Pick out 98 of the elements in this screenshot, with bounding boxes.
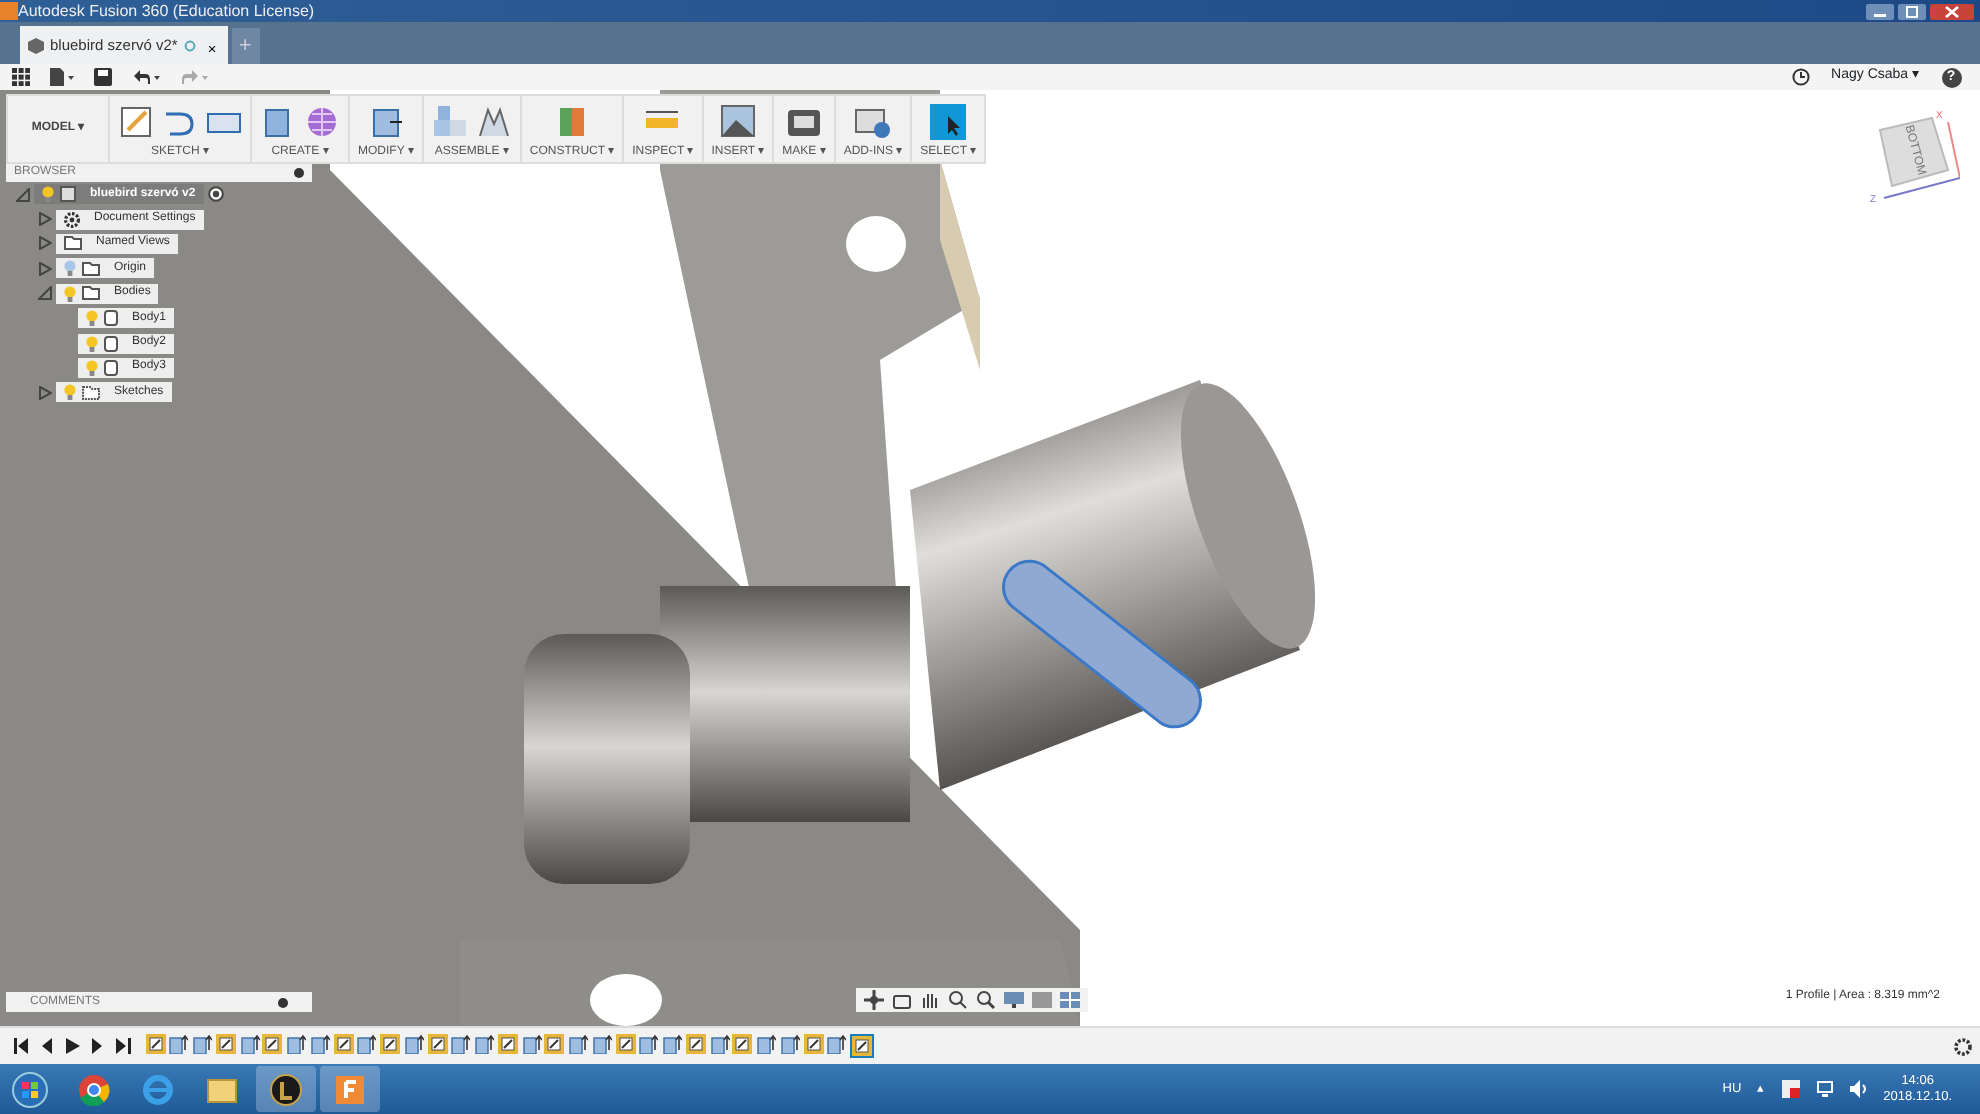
x-axis-line bbox=[1947, 121, 1960, 179]
pin-icon[interactable] bbox=[278, 997, 288, 1007]
flag-icon[interactable] bbox=[1781, 1080, 1800, 1098]
speaker-icon[interactable] bbox=[1849, 1080, 1868, 1098]
clock-icon[interactable] bbox=[1792, 68, 1811, 86]
timeline-feature[interactable] bbox=[145, 1034, 165, 1054]
timeline-feature[interactable] bbox=[732, 1034, 753, 1054]
timeline-feature[interactable] bbox=[779, 1034, 800, 1054]
camera-icon[interactable] bbox=[892, 990, 912, 1010]
pencil-square-icon[interactable] bbox=[118, 104, 154, 140]
timeline-feature[interactable] bbox=[709, 1034, 729, 1054]
timeline-feature[interactable] bbox=[192, 1034, 212, 1054]
taskbar-app-button[interactable] bbox=[320, 1066, 380, 1112]
planes-icon[interactable] bbox=[554, 104, 590, 140]
window-title: Autodesk Fusion 360 (Education License) bbox=[18, 0, 315, 23]
timeline-feature[interactable] bbox=[756, 1034, 776, 1054]
timeline-feature[interactable] bbox=[333, 1034, 353, 1054]
cube-icon bbox=[28, 37, 44, 53]
undo-icon[interactable] bbox=[132, 68, 160, 86]
round-emblem-icon bbox=[270, 1073, 302, 1105]
z-axis-line bbox=[1883, 177, 1960, 199]
component-icon bbox=[60, 186, 76, 203]
lightbulb-icon[interactable] bbox=[64, 285, 76, 302]
close-icon[interactable] bbox=[1929, 3, 1973, 19]
timeline-feature[interactable] bbox=[262, 1034, 283, 1054]
sketch-folder-icon bbox=[82, 385, 100, 400]
timeline-feature[interactable] bbox=[568, 1034, 588, 1054]
step-forward-icon[interactable] bbox=[89, 1038, 105, 1054]
save-icon[interactable] bbox=[94, 68, 112, 86]
timeline-feature[interactable] bbox=[427, 1034, 447, 1054]
square-icon bbox=[334, 1073, 366, 1105]
step-back-icon[interactable] bbox=[37, 1038, 53, 1054]
pin-icon[interactable] bbox=[294, 168, 304, 178]
window-gear-icon[interactable] bbox=[854, 104, 891, 140]
skip-start-icon[interactable] bbox=[11, 1038, 27, 1054]
timeline-feature[interactable] bbox=[215, 1034, 236, 1054]
timeline-feature[interactable] bbox=[286, 1034, 306, 1054]
orbit-icon[interactable] bbox=[864, 990, 884, 1010]
hinge-icon[interactable] bbox=[475, 104, 512, 140]
zoom-icon[interactable] bbox=[948, 990, 968, 1010]
windows-orb-icon[interactable] bbox=[12, 1071, 48, 1107]
timeline-feature[interactable] bbox=[615, 1034, 635, 1054]
play-icon[interactable] bbox=[63, 1038, 79, 1054]
timeline-feature[interactable] bbox=[450, 1034, 471, 1054]
magnifier-icon[interactable] bbox=[976, 990, 996, 1010]
view-cube-face[interactable] bbox=[1878, 116, 1950, 188]
timeline-feature[interactable] bbox=[638, 1034, 659, 1054]
lightbulb-icon[interactable] bbox=[86, 335, 98, 352]
activate-radio-icon[interactable] bbox=[207, 186, 224, 203]
settings-icon[interactable] bbox=[1954, 1037, 1972, 1055]
minimize-icon[interactable] bbox=[1866, 3, 1894, 19]
timeline-feature[interactable] bbox=[168, 1034, 189, 1054]
monitor-icon[interactable] bbox=[1004, 990, 1024, 1010]
timeline-feature[interactable] bbox=[497, 1034, 518, 1054]
picture-icon[interactable] bbox=[719, 104, 756, 140]
network-icon[interactable] bbox=[1815, 1080, 1834, 1098]
expanded-triangle-icon[interactable] bbox=[38, 286, 52, 301]
collapsed-triangle-icon[interactable] bbox=[38, 236, 52, 251]
timeline-feature[interactable] bbox=[309, 1034, 330, 1054]
letter-e-logo-icon bbox=[142, 1073, 174, 1105]
gear-icon bbox=[64, 211, 80, 228]
timeline-feature[interactable] bbox=[826, 1034, 847, 1054]
hand-icon[interactable] bbox=[920, 990, 940, 1010]
lightbulb-icon[interactable] bbox=[86, 310, 98, 327]
collapsed-triangle-icon[interactable] bbox=[38, 212, 52, 227]
app-logo-icon bbox=[0, 2, 18, 20]
maximize-icon[interactable] bbox=[1897, 3, 1926, 19]
expanded-triangle-icon[interactable] bbox=[16, 187, 30, 202]
lattice-sphere-icon[interactable] bbox=[304, 104, 340, 140]
timeline-feature[interactable] bbox=[356, 1034, 377, 1054]
file-icon[interactable] bbox=[50, 68, 74, 86]
taskbar-app-button[interactable] bbox=[256, 1066, 316, 1112]
skip-end-icon[interactable] bbox=[115, 1038, 131, 1054]
lightbulb-icon[interactable] bbox=[86, 359, 98, 376]
collapsed-triangle-icon[interactable] bbox=[38, 261, 52, 276]
timeline-feature[interactable] bbox=[521, 1034, 541, 1054]
timeline-feature[interactable] bbox=[474, 1034, 494, 1054]
grid-menu-icon[interactable] bbox=[12, 68, 30, 86]
timeline-feature[interactable] bbox=[803, 1034, 823, 1054]
printer-icon[interactable] bbox=[785, 104, 822, 140]
timeline-feature[interactable] bbox=[544, 1034, 565, 1054]
layout-grid-icon[interactable] bbox=[1060, 990, 1080, 1010]
collapsed-triangle-icon[interactable] bbox=[38, 385, 52, 400]
timeline-feature[interactable] bbox=[403, 1034, 424, 1054]
lightbulb-icon[interactable] bbox=[64, 384, 76, 401]
timeline-feature[interactable] bbox=[591, 1034, 612, 1054]
sketch-profile[interactable] bbox=[1002, 559, 1202, 729]
timeline-feature[interactable] bbox=[850, 1034, 874, 1058]
unsaved-indicator-icon bbox=[183, 39, 196, 51]
timeline-feature[interactable] bbox=[662, 1034, 682, 1054]
folder-icon bbox=[206, 1073, 238, 1105]
push-pull-icon[interactable] bbox=[367, 104, 404, 140]
timeline-feature[interactable] bbox=[685, 1034, 706, 1054]
timeline-feature[interactable] bbox=[380, 1034, 400, 1054]
lightbulb-icon[interactable] bbox=[64, 260, 76, 277]
timeline-feature[interactable] bbox=[239, 1034, 259, 1054]
round-logo-icon bbox=[78, 1073, 110, 1105]
lightbulb-icon[interactable] bbox=[42, 186, 54, 203]
